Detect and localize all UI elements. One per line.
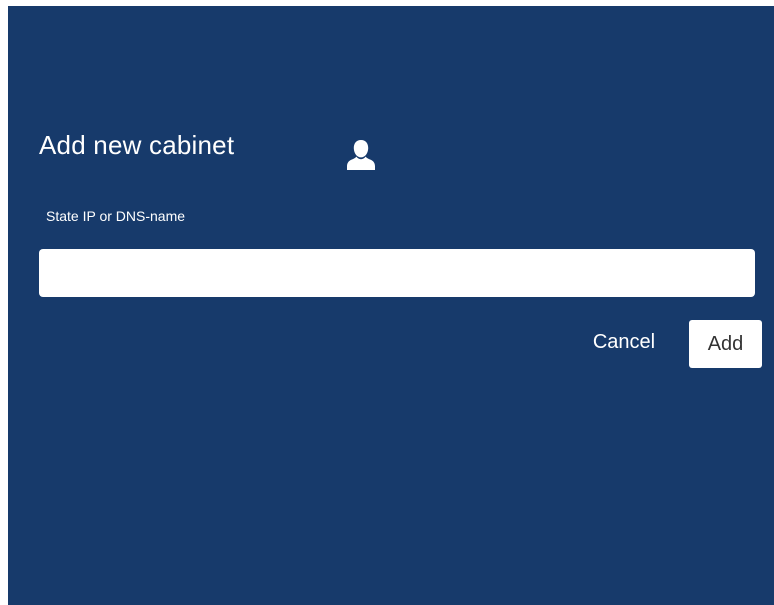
user-icon — [347, 140, 375, 170]
add-cabinet-dialog: Add new cabinet State IP or DNS-name Can… — [8, 6, 774, 605]
host-field-label: State IP or DNS-name — [46, 208, 186, 224]
add-button[interactable]: Add — [689, 320, 762, 368]
dialog-title: Add new cabinet — [39, 130, 235, 160]
host-input[interactable] — [39, 249, 755, 297]
cancel-button[interactable]: Cancel — [585, 326, 663, 358]
